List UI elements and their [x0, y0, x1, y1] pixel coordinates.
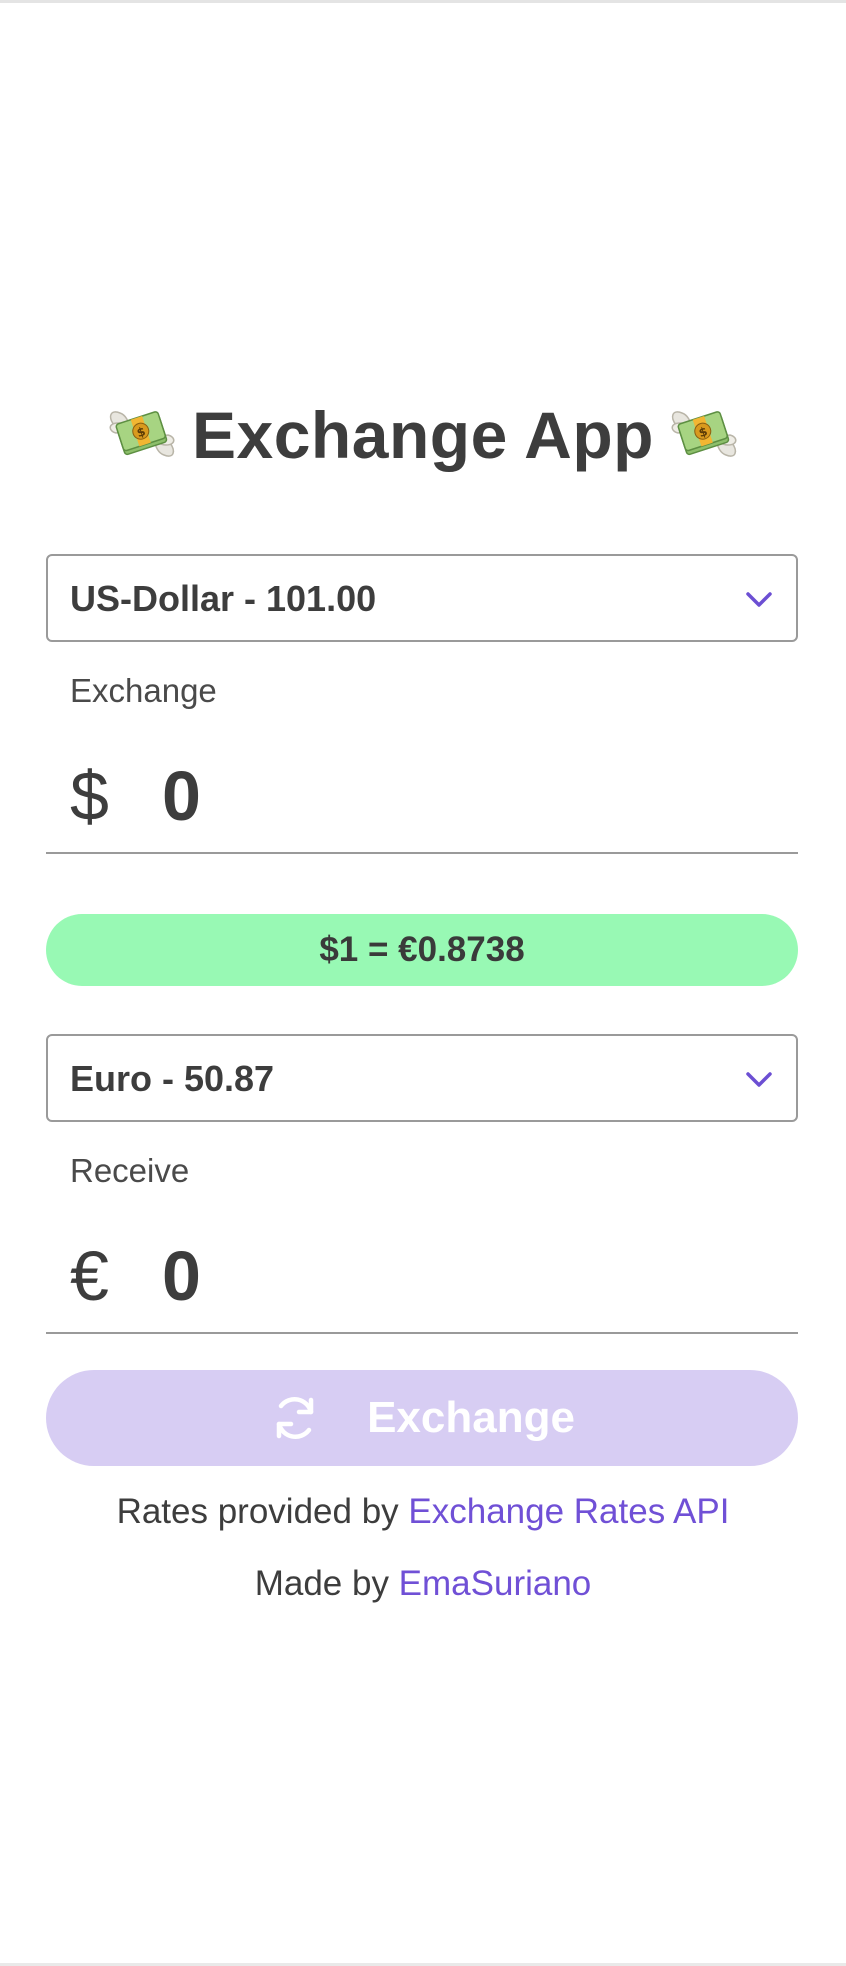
exchange-button[interactable]: Exchange — [46, 1370, 798, 1466]
rates-credit-text: Rates provided by — [116, 1492, 409, 1531]
to-currency-select[interactable]: Euro - 50.87 — [46, 1034, 798, 1122]
title-text: Exchange App — [192, 398, 654, 472]
receive-amount-input[interactable] — [142, 1234, 762, 1318]
rate-badge: $1 = €0.8738 — [46, 914, 798, 986]
exchange-rates-api-link[interactable]: Exchange Rates API — [408, 1492, 729, 1531]
dollar-symbol: $ — [70, 757, 109, 835]
chevron-down-icon — [746, 1072, 772, 1087]
money-with-wings-icon: $ — [671, 411, 737, 457]
refresh-icon — [276, 1397, 314, 1439]
receive-label: Receive — [70, 1152, 190, 1189]
window-top-border — [0, 0, 846, 3]
exchange-label: Exchange — [70, 672, 217, 709]
to-currency-select-value: Euro - 50.87 — [70, 1058, 275, 1099]
euro-symbol: € — [70, 1237, 109, 1315]
money-with-wings-icon: $ — [109, 411, 175, 457]
chevron-down-icon — [746, 592, 772, 607]
from-currency-select-value: US-Dollar - 101.00 — [70, 578, 377, 619]
author-credit-text: Made by — [254, 1564, 399, 1603]
from-currency-select[interactable]: US-Dollar - 101.00 — [46, 554, 798, 642]
author-credit: Made by EmaSuriano — [0, 1564, 846, 1604]
rates-credit: Rates provided by Exchange Rates API — [0, 1492, 846, 1532]
author-link[interactable]: EmaSuriano — [399, 1564, 592, 1603]
receive-amount-field: € — [46, 1228, 798, 1334]
exchange-amount-field: $ — [46, 748, 798, 854]
page-title: $ Exchange App $ — [0, 395, 846, 475]
exchange-amount-input[interactable] — [142, 754, 762, 838]
exchange-button-label: Exchange — [367, 1393, 575, 1442]
